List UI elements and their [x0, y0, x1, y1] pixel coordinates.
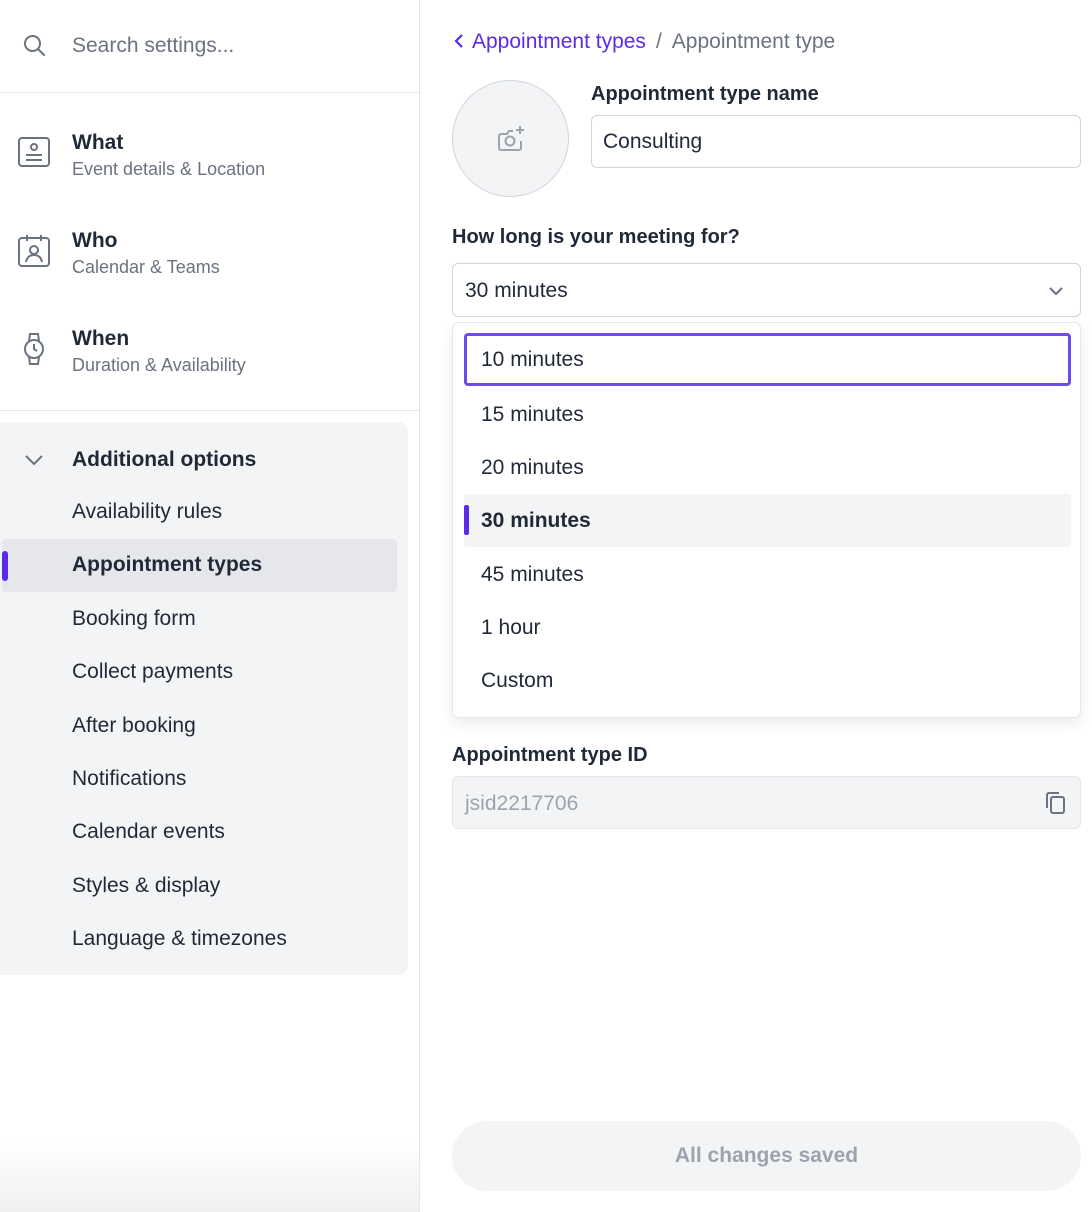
appointment-type-editor: Appointment types / Appointment type Appoi…: [420, 0, 1092, 1212]
additional-options: Additional options Availability rules Ap…: [0, 422, 408, 975]
option-label: 1 hour: [481, 616, 541, 639]
duration-option-1-hour[interactable]: 1 hour: [464, 601, 1071, 654]
sidebar-item-booking-form[interactable]: Booking form: [0, 593, 408, 646]
sidebar-item-label: Collect payments: [72, 660, 234, 683]
duration-label: How long is your meeting for?: [452, 226, 740, 248]
chevron-down-icon: [1049, 287, 1063, 296]
sidebar-item-label: Styles & display: [72, 874, 221, 897]
additional-options-toggle[interactable]: Additional options: [0, 432, 408, 486]
additional-options-title: Additional options: [72, 448, 257, 471]
nav-item-what[interactable]: What Event details & Location: [0, 123, 419, 203]
watch-icon: [24, 333, 44, 365]
duration-select[interactable]: 30 minutes: [452, 263, 1081, 317]
nav-who-title: Who: [72, 229, 118, 252]
option-label: 20 minutes: [481, 456, 584, 479]
nav-who-subtitle: Calendar & Teams: [72, 257, 220, 277]
chevron-down-icon: [25, 455, 43, 466]
settings-sidebar: What Event details & Location Who Calend…: [0, 0, 420, 1212]
copy-icon[interactable]: [1044, 791, 1066, 815]
breadcrumb: Appointment types / Appointment type: [452, 30, 835, 54]
appointment-id-value: jsid2217706: [465, 792, 579, 815]
nav-what-subtitle: Event details & Location: [72, 159, 266, 179]
nav-when-subtitle: Duration & Availability: [72, 355, 246, 375]
id-card-icon: [18, 137, 50, 167]
sidebar-item-label: Language & timezones: [72, 927, 287, 950]
breadcrumb-back-label: Appointment types: [472, 30, 646, 53]
option-label: 15 minutes: [481, 403, 584, 426]
sidebar-item-label: Notifications: [72, 767, 187, 790]
sidebar-item-collect-payments[interactable]: Collect payments: [0, 646, 408, 699]
sidebar-item-notifications[interactable]: Notifications: [0, 753, 408, 806]
duration-dropdown-menu: 10 minutes 15 minutes 20 minutes 30 minu…: [452, 322, 1081, 718]
calendar-person-icon: [18, 235, 50, 267]
duration-option-custom[interactable]: Custom: [464, 654, 1071, 707]
nav-item-when[interactable]: When Duration & Availability: [0, 319, 419, 399]
sidebar-item-language-timezones[interactable]: Language & timezones: [0, 913, 408, 966]
search-icon: [24, 35, 45, 56]
duration-option-30-minutes[interactable]: 30 minutes: [464, 494, 1071, 547]
nav-item-who[interactable]: Who Calendar & Teams: [0, 221, 419, 301]
nav-when-title: When: [72, 327, 130, 350]
photo-upload-button[interactable]: [452, 80, 569, 197]
sidebar-item-label: Availability rules: [72, 500, 223, 523]
appointment-id-field: jsid2217706: [452, 776, 1081, 829]
id-field-label: Appointment type ID: [452, 744, 648, 766]
sidebar-item-styles-display[interactable]: Styles & display: [0, 860, 408, 913]
breadcrumb-current: Appointment type: [671, 30, 836, 53]
duration-option-10-minutes[interactable]: 10 minutes: [464, 333, 1071, 386]
option-label: Custom: [481, 669, 554, 692]
breadcrumb-separator: /: [655, 30, 662, 53]
option-label: 30 minutes: [481, 509, 591, 532]
option-label: 45 minutes: [481, 563, 584, 586]
save-status-button[interactable]: All changes saved: [452, 1121, 1081, 1191]
sidebar-item-label: Appointment types: [72, 553, 263, 576]
sidebar-item-label: Booking form: [72, 607, 196, 630]
option-label: 10 minutes: [481, 348, 584, 371]
duration-option-45-minutes[interactable]: 45 minutes: [464, 548, 1071, 601]
duration-option-15-minutes[interactable]: 15 minutes: [464, 388, 1071, 441]
chevron-left-icon: [454, 34, 463, 48]
sidebar-item-calendar-events[interactable]: Calendar events: [0, 806, 408, 859]
sidebar-item-after-booking[interactable]: After booking: [0, 700, 408, 753]
sidebar-item-appointment-types[interactable]: Appointment types: [2, 539, 397, 592]
sidebar-item-availability-rules[interactable]: Availability rules: [0, 486, 408, 539]
appointment-name-input[interactable]: [591, 115, 1081, 168]
name-field-label: Appointment type name: [591, 83, 819, 105]
camera-add-icon: [498, 126, 524, 151]
nav-what-title: What: [72, 131, 124, 154]
breadcrumb-back-link[interactable]: Appointment types: [452, 30, 646, 53]
main-nav: What Event details & Location Who Calend…: [0, 93, 419, 411]
sidebar-item-label: Calendar events: [72, 820, 225, 843]
sidebar-item-label: After booking: [72, 714, 196, 737]
search-input[interactable]: [72, 28, 392, 64]
duration-selected-value: 30 minutes: [465, 279, 568, 302]
duration-option-20-minutes[interactable]: 20 minutes: [464, 441, 1071, 494]
settings-search: [0, 0, 419, 93]
